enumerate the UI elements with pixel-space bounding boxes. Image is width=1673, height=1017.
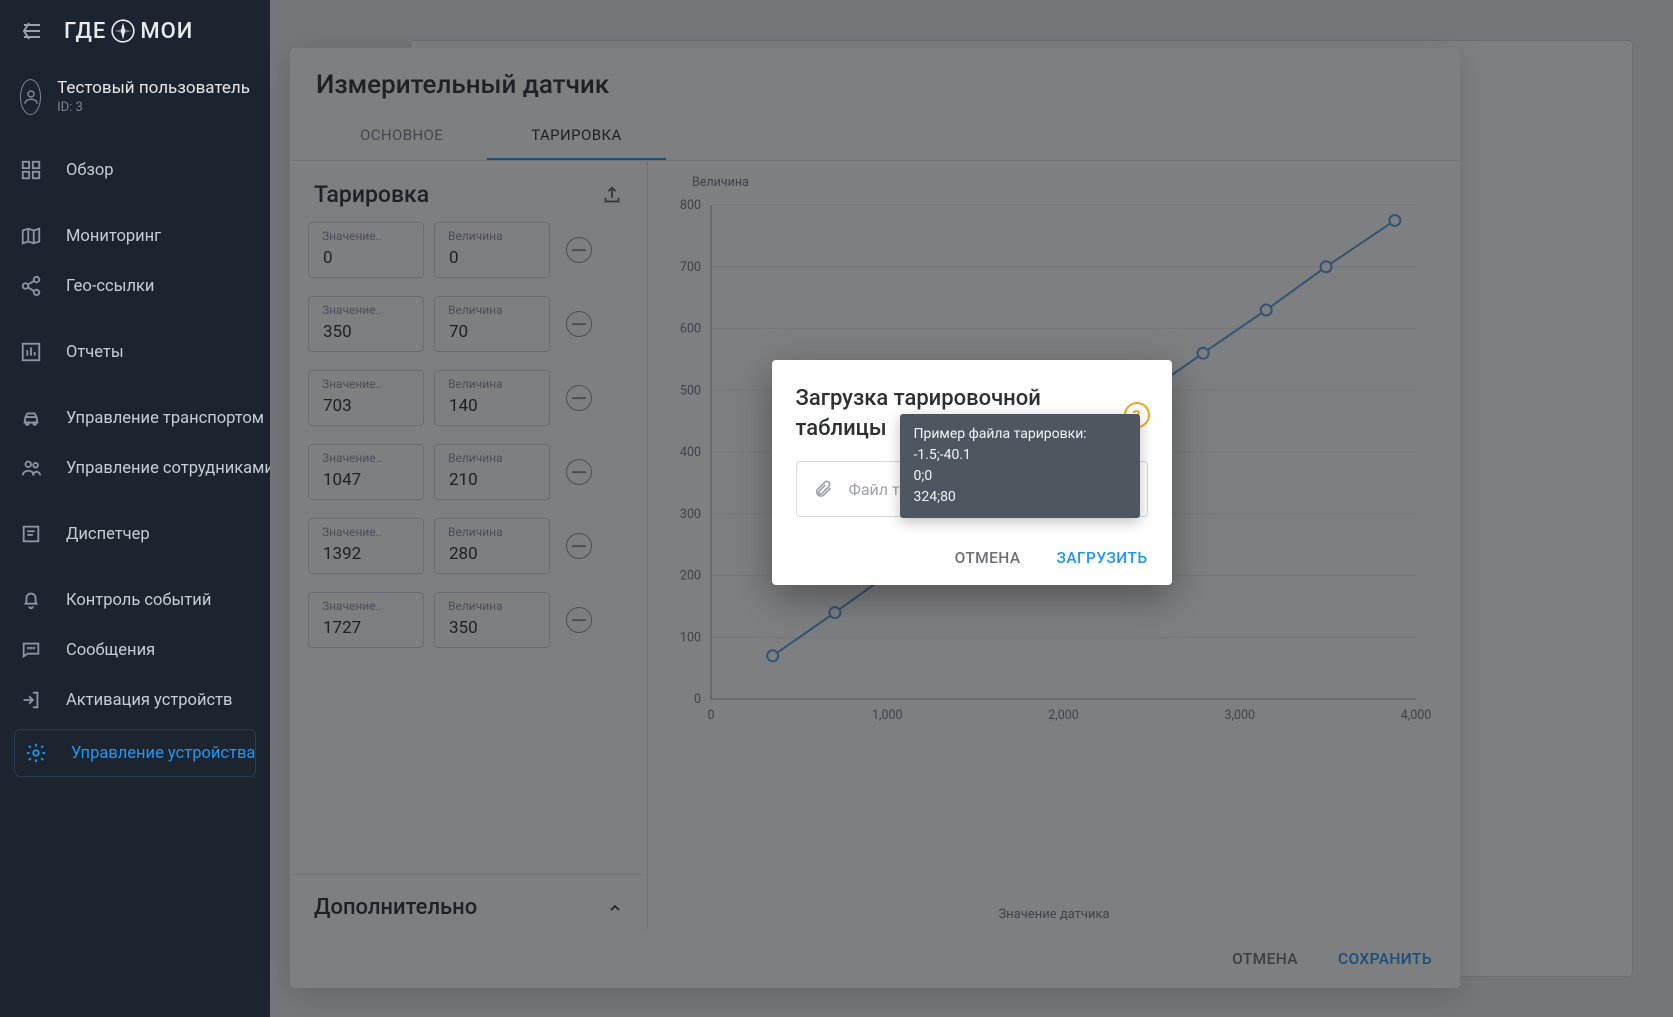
sidebar-item-events[interactable]: Контроль событий	[0, 575, 270, 625]
sidebar-item-overview[interactable]: Обзор	[0, 145, 270, 195]
bell-icon	[20, 589, 42, 611]
nav-list: Обзор Мониторинг Гео-ссылки Отчеты Управ…	[0, 145, 270, 781]
sidebar-item-devices[interactable]: Управление устройствами	[15, 730, 255, 776]
clipboard-icon	[20, 523, 42, 545]
attachment-icon	[813, 478, 833, 500]
sidebar-item-monitoring[interactable]: Мониторинг	[0, 211, 270, 261]
user-name: Тестовый пользователь	[57, 78, 250, 98]
upload-dialog: Загрузка тарировочной таблицы ? Файл тар…	[772, 360, 1172, 585]
brand-logo: ГДЕ МОИ	[64, 18, 193, 44]
sidebar-item-dispatcher[interactable]: Диспетчер	[0, 509, 270, 559]
sidebar-item-activation[interactable]: Активация устройств	[0, 675, 270, 725]
compass-icon	[110, 18, 136, 44]
login-icon	[20, 689, 42, 711]
car-icon	[20, 407, 42, 429]
sidebar-item-messages[interactable]: Сообщения	[0, 625, 270, 675]
sidebar-item-transport[interactable]: Управление транспортом	[0, 393, 270, 443]
avatar-icon	[20, 79, 41, 115]
people-icon	[20, 457, 42, 479]
brand-part1: ГДЕ	[64, 19, 106, 44]
modal-overlay[interactable]: Загрузка тарировочной таблицы ? Файл тар…	[270, 0, 1673, 1017]
sidebar: ГДЕ МОИ Тестовый пользователь ID: 3 Обзо…	[0, 0, 270, 1017]
user-block[interactable]: Тестовый пользователь ID: 3	[0, 68, 270, 139]
example-tooltip: Пример файла тарировки: -1.5;-40.1 0;0 3…	[900, 414, 1140, 518]
sidebar-item-employees[interactable]: Управление сотрудниками	[0, 443, 270, 493]
gear-icon	[25, 742, 47, 764]
upload-submit-button[interactable]: ЗАГРУЗИТЬ	[1057, 549, 1148, 567]
brand-part2: МОИ	[140, 19, 193, 44]
map-icon	[20, 225, 42, 247]
upload-cancel-button[interactable]: ОТМЕНА	[955, 549, 1021, 567]
main-area: Измерительный датчик ОСНОВНОЕ ТАРИРОВКА …	[270, 0, 1673, 1017]
message-icon	[20, 639, 42, 661]
sidebar-item-reports[interactable]: Отчеты	[0, 327, 270, 377]
dashboard-icon	[20, 159, 42, 181]
collapse-sidebar-icon[interactable]	[20, 19, 44, 43]
user-id: ID: 3	[57, 100, 250, 115]
share-icon	[20, 275, 42, 297]
chart-icon	[20, 341, 42, 363]
sidebar-item-geolinks[interactable]: Гео-ссылки	[0, 261, 270, 311]
